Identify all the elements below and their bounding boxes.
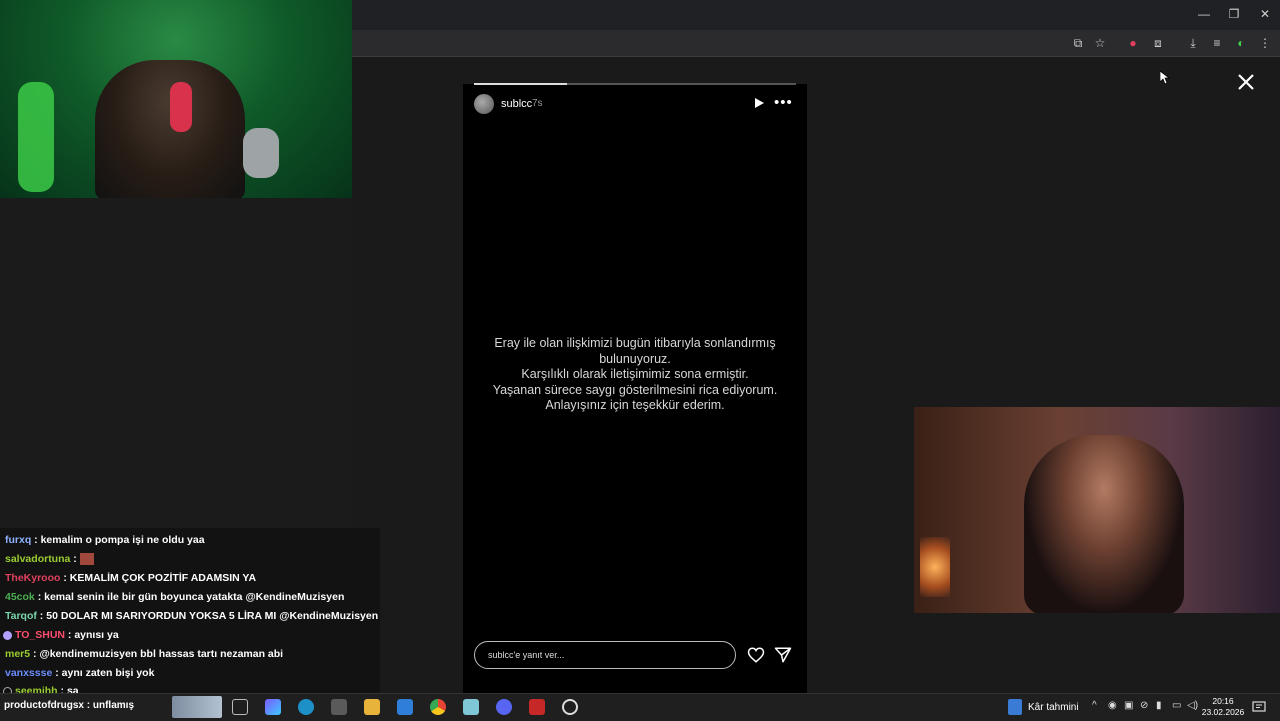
edge-icon[interactable] bbox=[298, 699, 314, 715]
weather-widget[interactable]: Kâr tahmini bbox=[1008, 699, 1098, 717]
install-app-icon[interactable]: ⧉ bbox=[1070, 35, 1086, 51]
story-text-line: bulunuyoruz. bbox=[599, 351, 671, 366]
chat-panel: furxq : kemalim o pompa işi ne oldu yaa … bbox=[0, 528, 380, 698]
menu-dots-icon[interactable]: ⋮ bbox=[1257, 35, 1273, 51]
chat-badge-icon bbox=[3, 630, 12, 640]
chat-text: kemalim o pompa işi ne oldu yaa bbox=[40, 534, 205, 546]
steam-icon[interactable]: ◉ bbox=[1108, 700, 1117, 711]
chat-text: 50 DOLAR MI SARIYORDUN YOKSA 5 LİRA MI @… bbox=[46, 610, 379, 622]
webcam-overlay-guest bbox=[914, 407, 1280, 613]
heart-icon[interactable] bbox=[747, 646, 765, 664]
story-progress-fill bbox=[474, 83, 568, 85]
chat-username[interactable]: 45cok bbox=[5, 591, 35, 603]
windows-taskbar: productofdrugsx : unflamış Kâr tahmini ^… bbox=[0, 693, 1280, 721]
task-view-icon[interactable] bbox=[232, 699, 248, 715]
chat-username[interactable]: TheKyrooo bbox=[5, 572, 60, 584]
chat-text: aynı zaten bişi yok bbox=[61, 667, 155, 679]
webcam-overlay-streamer bbox=[0, 0, 352, 198]
send-icon[interactable] bbox=[774, 646, 792, 664]
obs-icon[interactable] bbox=[562, 699, 578, 715]
close-window-icon[interactable]: ✕ bbox=[1256, 6, 1274, 22]
headphones-shape bbox=[170, 82, 192, 132]
chat-message: Tarqof : 50 DOLAR MI SARIYORDUN YOKSA 5 … bbox=[5, 610, 379, 622]
story-text-line: Eray ile olan ilişkimizi bugün itibarıyl… bbox=[494, 336, 776, 350]
chat-username[interactable]: mer5 bbox=[5, 648, 30, 660]
story-text-line: Karşılıklı olarak iletişimimiz sona ermi… bbox=[521, 367, 749, 381]
download-icon[interactable]: ⤓ bbox=[1185, 35, 1201, 51]
weather-icon bbox=[1008, 699, 1022, 715]
chat-text: aynısı ya bbox=[74, 629, 119, 641]
reply-placeholder: sublcc'e yanıt ver... bbox=[488, 650, 565, 660]
store-icon[interactable] bbox=[331, 699, 347, 715]
voice-app-icon[interactable] bbox=[529, 699, 545, 715]
clock-time[interactable]: 20:16 bbox=[1200, 696, 1246, 706]
microphone-icon[interactable]: ▮ bbox=[1156, 700, 1162, 711]
minimize-icon[interactable]: — bbox=[1195, 6, 1213, 22]
copilot-icon[interactable] bbox=[265, 699, 281, 715]
reply-input[interactable]: sublcc'e yanıt ver... bbox=[474, 641, 736, 669]
discord-icon[interactable] bbox=[496, 699, 512, 715]
clock-date[interactable]: 23.02.2026 bbox=[1200, 707, 1246, 717]
tray-app-icon[interactable]: ▣ bbox=[1124, 700, 1133, 711]
chat-text: KEMALİM ÇOK POZİTİF ADAMSIN YA bbox=[69, 572, 257, 584]
network-icon[interactable]: ▭ bbox=[1172, 700, 1181, 711]
chrome-icon[interactable] bbox=[430, 699, 446, 715]
chat-username[interactable]: vanxssse bbox=[5, 667, 52, 679]
chat-message: TO_SHUN : aynısı ya bbox=[3, 629, 119, 641]
extension-record-icon[interactable]: ● bbox=[1125, 35, 1141, 51]
guest-figure bbox=[1024, 435, 1184, 613]
emote-icon bbox=[79, 553, 94, 566]
story-text-line: Anlayışınız için teşekkür ederim. bbox=[545, 398, 725, 412]
story-text: Eray ile olan ilişkimizi bugün itibarıyl… bbox=[480, 336, 790, 414]
more-options-icon[interactable]: ••• bbox=[774, 94, 793, 111]
story-text-line: Yaşanan sürece saygı gösterilmesini rica… bbox=[492, 382, 778, 397]
story-username[interactable]: sublcc bbox=[501, 98, 532, 110]
lamp-glow bbox=[920, 537, 950, 597]
microphone-shape bbox=[243, 128, 279, 178]
chat-username[interactable]: Tarqof bbox=[5, 610, 37, 622]
play-icon[interactable] bbox=[753, 97, 767, 111]
weather-label: Kâr tahmini bbox=[1028, 702, 1079, 713]
chat-text: @kendinemuzisyen bbl hassas tartı nezama… bbox=[39, 648, 284, 660]
notification-icon[interactable] bbox=[1252, 700, 1266, 714]
chat-ticker-text: productofdrugsx : unflamış bbox=[4, 700, 134, 711]
chat-username[interactable]: furxq bbox=[5, 534, 31, 546]
chat-message: furxq : kemalim o pompa işi ne oldu yaa bbox=[5, 534, 205, 546]
chevron-up-icon[interactable]: ^ bbox=[1092, 700, 1097, 711]
reading-list-icon[interactable]: ≡ bbox=[1209, 35, 1225, 51]
file-explorer-icon[interactable] bbox=[364, 699, 380, 715]
chat-message: salvadortuna : bbox=[5, 553, 94, 566]
close-icon[interactable] bbox=[1236, 72, 1256, 92]
bookmark-star-icon[interactable]: ☆ bbox=[1092, 35, 1108, 51]
story-header: sublcc 7s ••• bbox=[474, 94, 796, 116]
mail-icon[interactable] bbox=[397, 699, 413, 715]
chat-message: vanxssse : aynı zaten bişi yok bbox=[5, 667, 155, 679]
chat-message: 45cok : kemal senin ile bir gün boyunca … bbox=[5, 591, 345, 603]
extensions-puzzle-icon[interactable]: ⧈ bbox=[1150, 35, 1166, 51]
chat-username[interactable]: salvadortuna bbox=[5, 553, 70, 565]
guitar-shape bbox=[18, 82, 54, 192]
profile-icon[interactable]: ◐ bbox=[1233, 35, 1249, 51]
avatar[interactable] bbox=[474, 94, 494, 114]
mouse-cursor-icon bbox=[1159, 70, 1171, 85]
chat-message: mer5 : @kendinemuzisyen bbl hassas tartı… bbox=[5, 648, 284, 660]
story-progress-bar bbox=[474, 83, 796, 85]
ticker-image bbox=[172, 696, 222, 718]
volume-icon[interactable]: ◁) bbox=[1187, 700, 1198, 711]
story-time: 7s bbox=[532, 98, 543, 109]
notepad-icon[interactable] bbox=[463, 699, 479, 715]
chat-username[interactable]: TO_SHUN bbox=[15, 629, 65, 641]
chat-text: kemal senin ile bir gün boyunca yatakta … bbox=[44, 591, 345, 603]
restore-icon[interactable]: ❐ bbox=[1225, 6, 1243, 22]
streamer-figure bbox=[95, 60, 245, 198]
chat-message: TheKyrooo : KEMALİM ÇOK POZİTİF ADAMSIN … bbox=[5, 572, 257, 584]
tray-muted-icon[interactable]: ⊘ bbox=[1140, 700, 1148, 711]
